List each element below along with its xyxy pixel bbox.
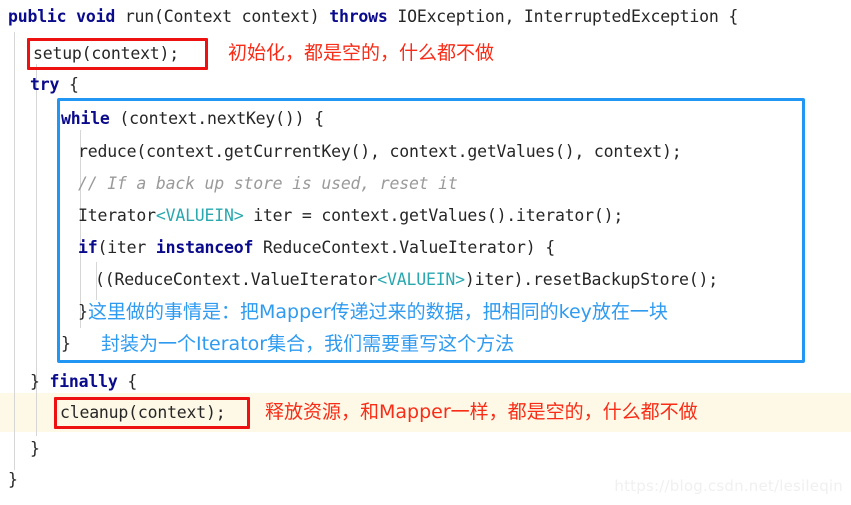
line-signature-seg-2: throws xyxy=(329,7,398,26)
line-close-method-seg-0: } xyxy=(8,470,18,489)
line-close-try: } xyxy=(0,435,851,463)
setup-call-red-box xyxy=(27,38,208,70)
line-signature-seg-0: public void xyxy=(8,7,125,26)
cleanup-call-red-box xyxy=(54,397,250,429)
while-loop-annotation-line-1: 这里做的事情是：把Mapper传递过来的数据，把相同的key放在一块 xyxy=(88,301,668,323)
line-finally: } finally { xyxy=(0,368,851,396)
line-signature-seg-3: IOException, InterruptedException { xyxy=(397,7,739,26)
line-try-seg-1: { xyxy=(68,75,79,94)
line-signature: public void run(Context context) throws … xyxy=(0,3,851,31)
line-finally-seg-0: } xyxy=(30,372,50,391)
cleanup-annotation-text: 释放资源，和Mapper一样，都是空的，什么都不做 xyxy=(265,401,698,423)
while-loop-annotation-line-2: 封装为一个Iterator集合，我们需要重写这个方法 xyxy=(101,333,515,355)
line-finally-seg-2: { xyxy=(127,372,138,391)
line-signature-seg-1: run(Context context) xyxy=(124,7,330,26)
csdn-watermark: https://blog.csdn.net/lesileqin xyxy=(614,477,843,495)
line-try-seg-0: try xyxy=(30,75,69,94)
line-close-try-seg-0: } xyxy=(30,439,40,458)
line-try: try { xyxy=(0,71,851,99)
setup-annotation-text: 初始化，都是空的，什么都不做 xyxy=(228,42,495,64)
line-finally-seg-1: finally xyxy=(49,372,128,391)
while-loop-blue-box xyxy=(57,98,805,363)
